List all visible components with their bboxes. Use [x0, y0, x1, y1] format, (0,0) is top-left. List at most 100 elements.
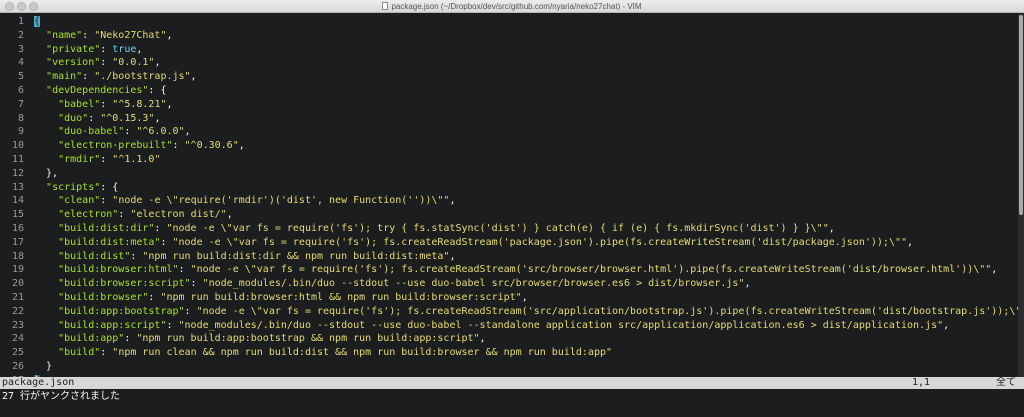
code-line[interactable]: 23 "build:app:script": "node_modules/.bi… [0, 319, 949, 332]
code-line[interactable]: 25 "build": "npm run clean && npm run bu… [0, 346, 612, 359]
line-number: 15 [11, 209, 24, 221]
line-number: 20 [11, 278, 24, 290]
code-token: , [943, 319, 950, 331]
code-token: : { [148, 85, 167, 96]
code-token: : [178, 264, 191, 276]
code-token: , [449, 250, 456, 262]
code-line[interactable]: 1{ [0, 15, 41, 28]
code-token: "duo" [58, 112, 89, 124]
window-title-text: package.json (~/Dropbox/dev/src/github.c… [391, 2, 642, 11]
code-token: : [82, 71, 95, 83]
code-line[interactable]: 9 "duo-babel": "^6.0.0", [0, 125, 191, 138]
code-line[interactable]: 16 "build:dist:dir": "node -e \"var fs =… [0, 222, 835, 235]
title-bar: package.json (~/Dropbox/dev/src/github.c… [0, 0, 1024, 13]
code-line[interactable]: 4 "version": "0.0.1", [0, 56, 161, 69]
code-line[interactable]: 13 "scripts": { [0, 181, 118, 194]
code-token: : { [100, 181, 119, 193]
code-line[interactable]: 3 "private": true, [0, 43, 142, 56]
code-line[interactable]: 21 "build:browser": "npm run build:brows… [0, 291, 528, 304]
code-token: "node -e \"var fs = require('fs'); try {… [166, 223, 829, 234]
code-token: "version" [46, 57, 101, 69]
code-line[interactable]: 18 "build:dist": "npm run build:dist:dir… [0, 250, 456, 263]
code-token: "npm run build:browser:html && npm run b… [160, 292, 522, 303]
command-line[interactable]: 27 行がヤンクされました [0, 389, 1024, 405]
code-token: , [991, 264, 998, 276]
line-number: 6 [17, 85, 24, 96]
line-number: 5 [17, 71, 24, 83]
scrollbar-thumb[interactable] [1019, 15, 1023, 215]
code-line[interactable]: 11 "rmdir": "^1.1.0" [0, 153, 161, 166]
code-line[interactable]: 17 "build:dist:meta": "node -e \"var fs … [0, 236, 913, 249]
code-line[interactable]: 26 } [0, 360, 52, 373]
code-line[interactable]: 19 "build:browser:html": "node -e \"var … [0, 263, 997, 276]
editor-buffer[interactable]: 1{2 "name": "Neko27Chat", 3 "private": tr… [0, 13, 1024, 386]
code-token: "^0.15.3" [100, 112, 155, 124]
code-line[interactable]: 14 "clean": "node -e \"require('rmdir')(… [0, 194, 456, 207]
code-token: "build:dist:meta" [58, 236, 161, 248]
code-line[interactable]: 8 "duo": "^0.15.3", [0, 112, 161, 125]
code-token: "scripts" [46, 181, 101, 193]
code-token: "electron dist/" [130, 209, 227, 221]
code-token: true [112, 43, 137, 55]
code-token: : [100, 195, 113, 207]
code-line[interactable]: 22 "build:app:bootstrap": "node -e \"var… [0, 305, 1024, 318]
code-token: "clean" [58, 195, 101, 207]
line-number: 8 [17, 112, 24, 124]
code-token: , [190, 71, 197, 83]
code-token: : [124, 126, 137, 138]
code-token: , [154, 112, 161, 124]
code-token: , [907, 236, 914, 248]
code-token: , [136, 43, 143, 55]
code-token: : [130, 250, 143, 262]
code-token: "node_modules/.bin/duo --stdout --use du… [178, 319, 944, 331]
code-line[interactable]: 15 "electron": "electron dist/", [0, 208, 233, 221]
code-line[interactable]: 5 "main": "./bootstrap.js", [0, 70, 197, 83]
code-token: "electron-prebuilt" [58, 140, 173, 152]
code-token: : [148, 292, 161, 303]
code-token: , [166, 98, 173, 110]
status-filename: package.json [2, 377, 75, 388]
code-token: "^6.0.0" [136, 126, 185, 138]
code-token: "duo-babel" [58, 126, 125, 138]
code-token: : [100, 43, 113, 55]
code-token: "^5.8.21" [112, 98, 167, 110]
code-token: "npm run build:app:bootstrap && npm run … [136, 333, 480, 345]
command-line-message: 27 行がヤンクされました [2, 391, 121, 402]
code-token: "node -e \"var fs = require('fs'); fs.cr… [190, 264, 992, 276]
code-token: : [124, 333, 137, 345]
code-line[interactable]: 10 "electron-prebuilt": "^0.30.6", [0, 139, 245, 152]
code-token: "^0.30.6" [184, 140, 239, 152]
code-line[interactable]: 12 }, [0, 167, 58, 180]
line-number: 17 [11, 236, 24, 248]
line-number: 3 [17, 43, 24, 55]
code-token: : [100, 347, 113, 359]
code-line[interactable]: 6 "devDependencies": { [0, 84, 167, 97]
code-token: "main" [46, 71, 83, 83]
code-token: { [34, 16, 41, 27]
code-token: "private" [46, 43, 101, 55]
line-number: 12 [11, 167, 24, 179]
code-line[interactable]: 20 "build:browser:script": "node_modules… [0, 277, 751, 290]
vertical-scrollbar[interactable] [1018, 13, 1024, 377]
line-number: 18 [11, 250, 24, 262]
line-number: 13 [11, 181, 24, 193]
code-line[interactable]: 24 "build:app": "npm run build:app:boots… [0, 332, 486, 345]
code-token: : [184, 305, 197, 317]
code-line[interactable]: 7 "babel": "^5.8.21", [0, 98, 173, 111]
code-line[interactable]: 2 "name": "Neko27Chat", [0, 29, 173, 42]
code-token: : [88, 112, 101, 124]
line-number: 1 [17, 16, 24, 27]
code-token: : [172, 140, 185, 152]
line-number: 22 [11, 305, 24, 317]
